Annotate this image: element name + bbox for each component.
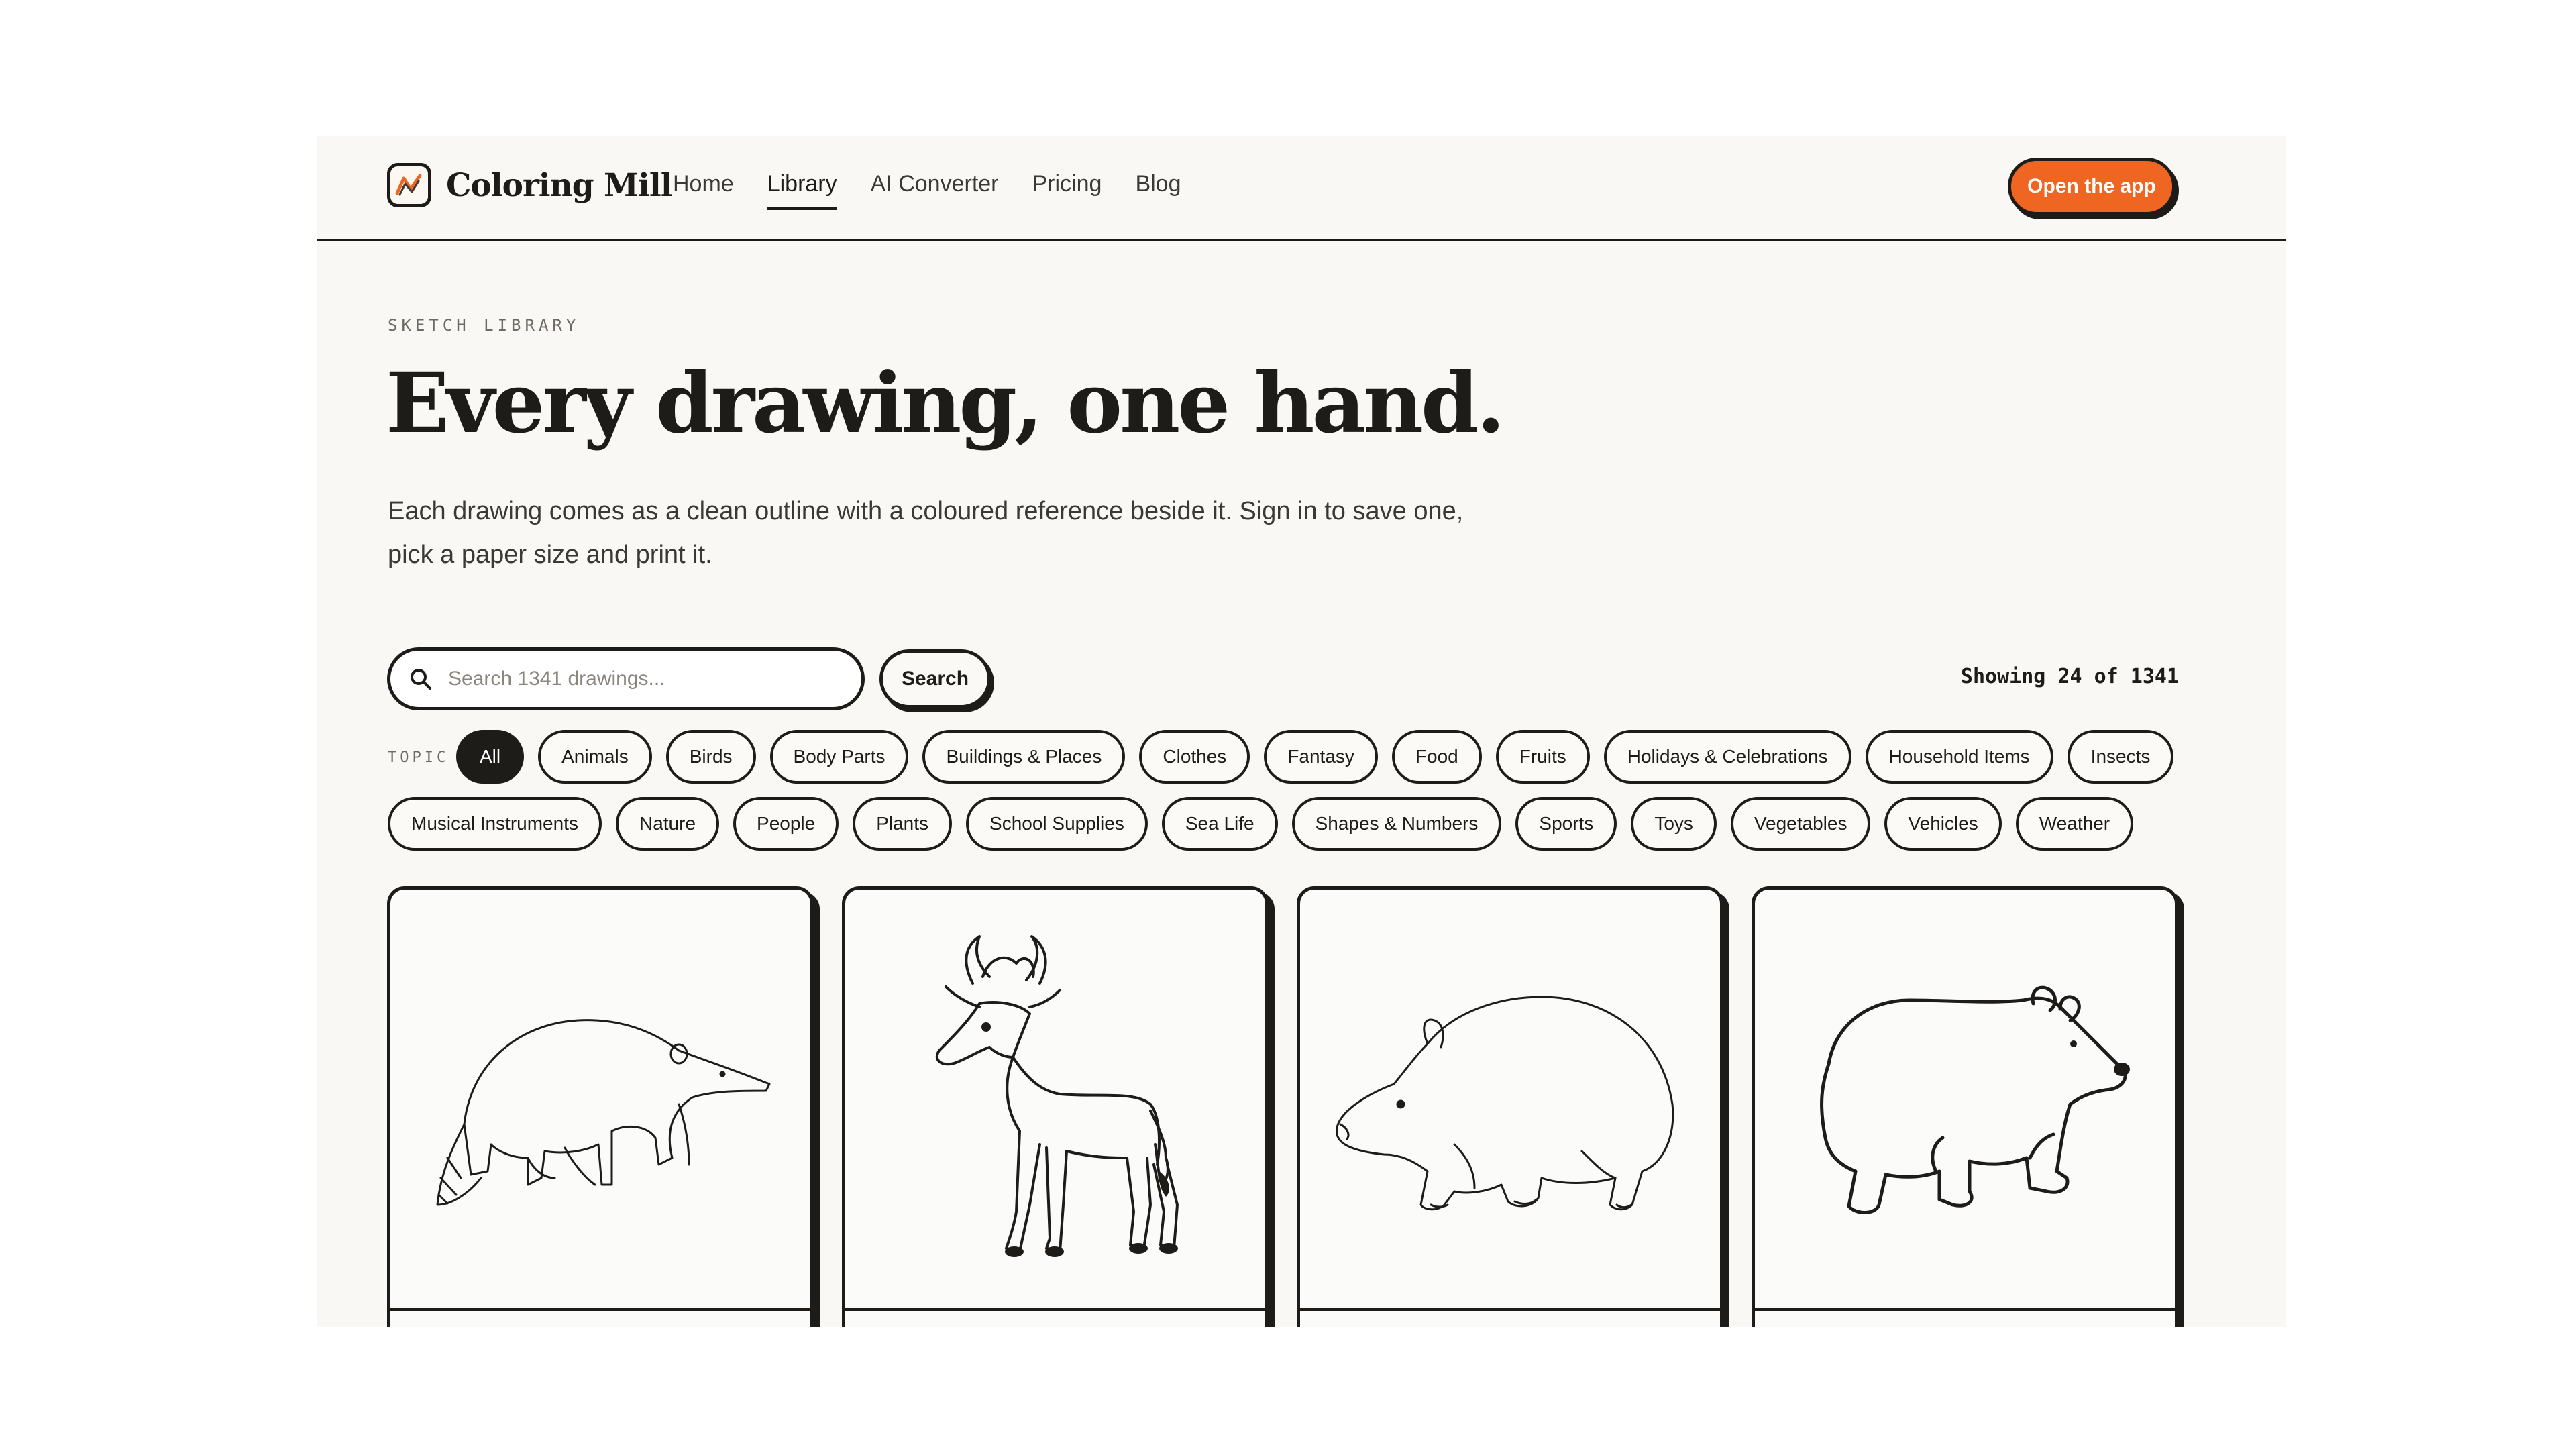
topic-chip-school-supplies[interactable]: School Supplies (966, 797, 1148, 851)
drawing-card[interactable] (1752, 886, 2178, 1327)
main-nav: Home Library AI Converter Pricing Blog (673, 171, 1215, 210)
topic-chip-all[interactable]: All (456, 730, 525, 784)
nav-blog[interactable]: Blog (1135, 171, 1181, 210)
topic-chip-people[interactable]: People (733, 797, 839, 851)
drawing-card[interactable] (1297, 886, 1723, 1327)
section-eyebrow: SKETCH LIBRARY (388, 316, 580, 335)
topic-chip-holidays[interactable]: Holidays & Celebrations (1603, 730, 1851, 784)
topic-chip-vehicles[interactable]: Vehicles (1884, 797, 2002, 851)
bear-cub-drawing-icon (1820, 985, 2130, 1214)
topic-chip-sea-life[interactable]: Sea Life (1161, 797, 1278, 851)
nav-home[interactable]: Home (673, 171, 734, 210)
logo-mark-icon (387, 163, 431, 207)
search-button[interactable]: Search (879, 649, 991, 708)
card-divider (1755, 1308, 2175, 1311)
nav-pricing[interactable]: Pricing (1032, 171, 1102, 210)
antelope-drawing-icon (935, 935, 1179, 1257)
topic-chip-fruits[interactable]: Fruits (1495, 730, 1590, 784)
topic-label: TOPIC (388, 749, 449, 766)
topic-chip-weather[interactable]: Weather (2015, 797, 2134, 851)
topic-chip-animals[interactable]: Animals (538, 730, 652, 784)
results-count: Showing 24 of 1341 (1960, 665, 2179, 688)
top-navigation-bar: Coloring Mill Home Library AI Converter … (317, 136, 2286, 241)
card-divider (845, 1308, 1265, 1311)
topic-chip-toys[interactable]: Toys (1631, 797, 1717, 851)
topic-chip-clothes[interactable]: Clothes (1139, 730, 1250, 784)
topic-chip-food[interactable]: Food (1391, 730, 1482, 784)
page-intro: Each drawing comes as a clean outline wi… (388, 497, 1464, 569)
topic-chip-shapes-numbers[interactable]: Shapes & Numbers (1291, 797, 1502, 851)
wombat-drawing-icon (1335, 996, 1674, 1211)
topic-chip-buildings-places[interactable]: Buildings & Places (922, 730, 1126, 784)
library-page: Coloring Mill Home Library AI Converter … (317, 136, 2286, 1327)
card-divider (390, 1308, 810, 1311)
topic-chip-body-parts[interactable]: Body Parts (769, 730, 909, 784)
topic-chip-sports[interactable]: Sports (1515, 797, 1617, 851)
topic-chips-row-1: All Animals Birds Body Parts Buildings &… (456, 730, 2174, 784)
search-field[interactable] (387, 647, 865, 710)
topic-chip-fantasy[interactable]: Fantasy (1264, 730, 1378, 784)
nav-ai-converter[interactable]: AI Converter (871, 171, 999, 210)
card-divider (1300, 1308, 1720, 1311)
topic-chips-row-2: Musical Instruments Nature People Plants… (388, 797, 2134, 851)
search-input[interactable] (448, 667, 824, 690)
open-app-button[interactable]: Open the app (2008, 158, 2176, 215)
topic-chip-insects[interactable]: Insects (2067, 730, 2174, 784)
brand-logo[interactable]: Coloring Mill (387, 163, 673, 207)
page-title: Every drawing, one hand. (386, 355, 1505, 452)
nav-library[interactable]: Library (767, 171, 837, 210)
drawing-card[interactable] (387, 886, 814, 1327)
topic-chip-plants[interactable]: Plants (853, 797, 953, 851)
search-icon (411, 669, 431, 690)
topic-chip-vegetables[interactable]: Vegetables (1730, 797, 1871, 851)
anteater-drawing-icon (436, 1019, 771, 1206)
topic-chip-musical-instruments[interactable]: Musical Instruments (388, 797, 602, 851)
topic-chip-household-items[interactable]: Household Items (1865, 730, 2053, 784)
topic-chip-nature[interactable]: Nature (615, 797, 720, 851)
topic-chip-birds[interactable]: Birds (665, 730, 756, 784)
brand-name: Coloring Mill (446, 166, 673, 204)
drawing-card[interactable] (842, 886, 1269, 1327)
